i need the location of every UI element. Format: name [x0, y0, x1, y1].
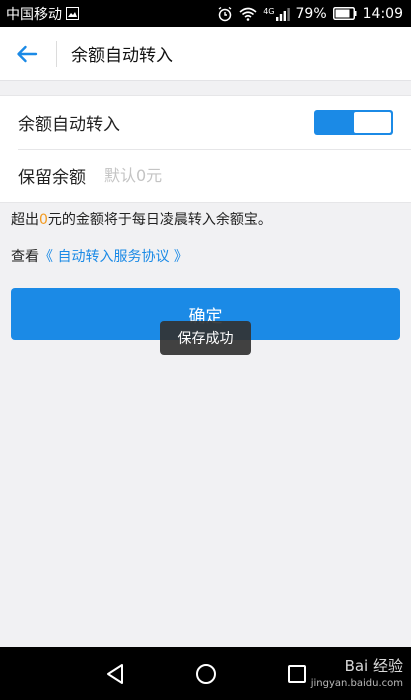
transfer-note: 超出0元的金额将于每日凌晨转入余额宝。 — [11, 209, 272, 229]
agreement-prefix: 查看 — [11, 249, 39, 265]
page-title: 余额自动转入 — [71, 46, 173, 66]
signal-icon: 4G — [263, 6, 290, 21]
battery-percent: 79% — [295, 5, 327, 22]
battery-icon — [332, 7, 357, 20]
wifi-icon — [239, 7, 257, 21]
agreement-link[interactable]: 《 自动转入服务协议 》 — [39, 249, 188, 265]
clock-time: 14:09 — [362, 5, 403, 22]
watermark-url: jingyan.baidu.com — [310, 678, 403, 689]
arrow-left-icon — [17, 45, 38, 62]
settings-card: 余额自动转入 保留余额 — [0, 95, 411, 203]
image-notification-icon — [66, 7, 79, 20]
nav-recents-button[interactable] — [280, 657, 314, 691]
triangle-back-icon — [107, 664, 123, 684]
note-suffix: 元的金额将于每日凌晨转入余额宝。 — [47, 212, 272, 228]
header-divider — [56, 40, 57, 67]
toast-message: 保存成功 — [160, 321, 251, 355]
note-amount: 0 — [39, 212, 48, 228]
alarm-icon — [217, 6, 233, 22]
agreement-line: 查看《 自动转入服务协议 》 — [11, 246, 188, 266]
carrier-label: 中国移动 — [6, 6, 62, 23]
auto-transfer-toggle[interactable] — [314, 110, 393, 135]
reserve-balance-row: 保留余额 — [0, 149, 411, 202]
auto-transfer-row: 余额自动转入 — [0, 96, 411, 149]
app-header: 余额自动转入 — [0, 27, 411, 81]
back-button[interactable] — [0, 27, 54, 81]
auto-transfer-label: 余额自动转入 — [18, 115, 120, 135]
square-recents-icon — [288, 665, 306, 683]
note-prefix: 超出 — [11, 212, 39, 228]
nav-home-button[interactable] — [189, 657, 223, 691]
watermark: Bai 经验 jingyan.baidu.com — [311, 655, 403, 689]
reserve-balance-label: 保留余额 — [18, 168, 86, 188]
toggle-knob — [354, 112, 391, 133]
status-bar: 中国移动 4G 79% 14:09 — [0, 0, 411, 27]
reserve-balance-input[interactable] — [102, 165, 326, 186]
system-nav-bar: Bai 经验 jingyan.baidu.com — [0, 647, 411, 700]
watermark-brand: Bai 经验 — [344, 657, 403, 675]
nav-back-button[interactable] — [98, 657, 132, 691]
network-type: 4G — [263, 6, 275, 16]
circle-home-icon — [196, 664, 216, 684]
